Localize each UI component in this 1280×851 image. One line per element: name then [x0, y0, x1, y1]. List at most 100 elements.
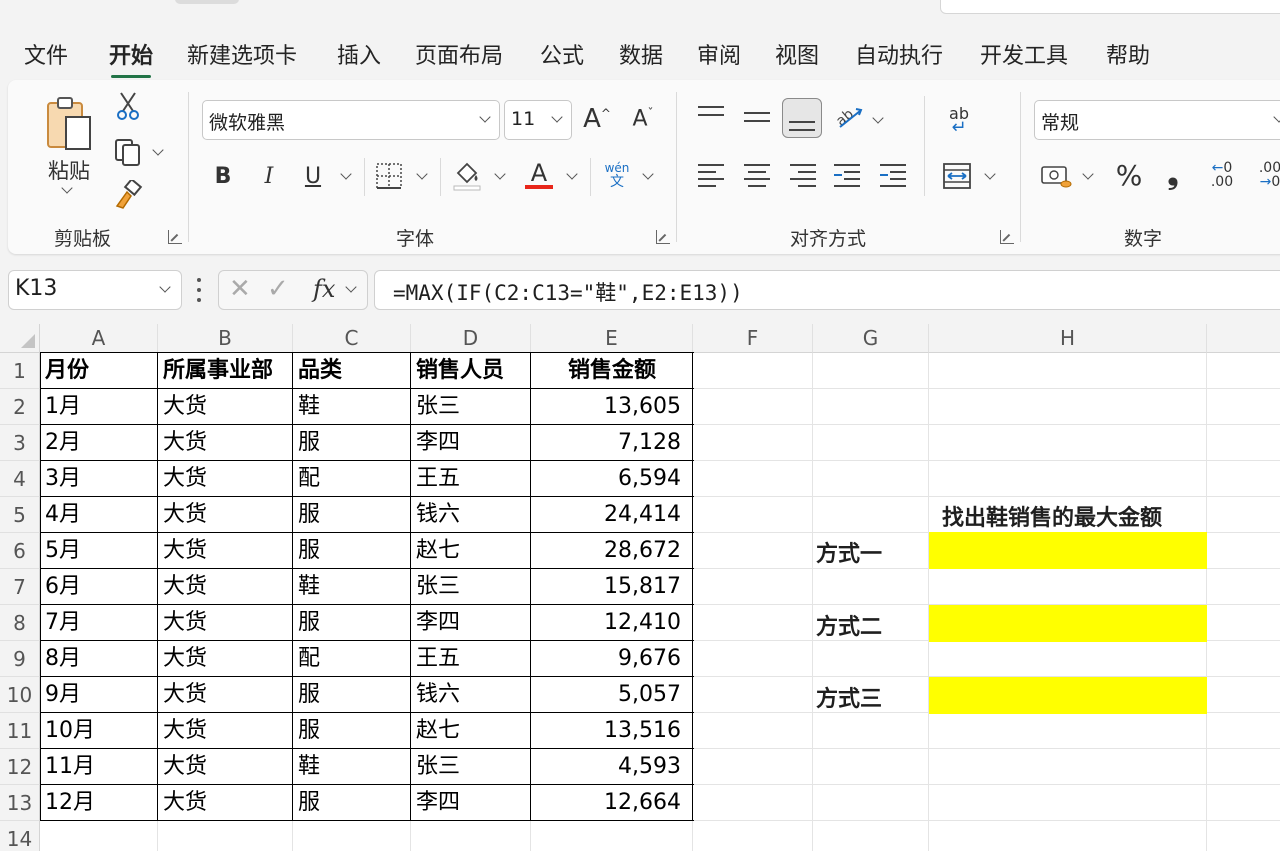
- table-cell[interactable]: 鞋: [293, 569, 411, 605]
- table-cell[interactable]: 张三: [411, 389, 531, 425]
- table-cell[interactable]: 24,414: [531, 497, 693, 533]
- table-cell[interactable]: 服: [293, 497, 411, 533]
- table-cell[interactable]: 8月: [40, 641, 158, 677]
- method-two-result-cell[interactable]: [929, 605, 1207, 642]
- row-header-1[interactable]: 1: [0, 353, 40, 389]
- table-cell[interactable]: 王五: [411, 641, 531, 677]
- table-cell[interactable]: 鞋: [293, 749, 411, 785]
- alignment-dialog-launcher-icon[interactable]: [1000, 230, 1014, 244]
- align-center-button[interactable]: [744, 164, 770, 188]
- table-cell[interactable]: 钱六: [411, 677, 531, 713]
- cut-button[interactable]: [113, 90, 143, 122]
- tab-automate[interactable]: 自动执行: [855, 38, 943, 70]
- row-header-3[interactable]: 3: [0, 425, 40, 461]
- table-cell[interactable]: 13,516: [531, 713, 693, 749]
- row-header-2[interactable]: 2: [0, 389, 40, 425]
- increase-decimal-button[interactable]: ←0 .00: [1204, 158, 1240, 192]
- table-header-cell[interactable]: 品类: [293, 353, 411, 389]
- window-tab-pill[interactable]: [175, 0, 239, 4]
- table-cell[interactable]: 大货: [158, 569, 293, 605]
- fill-color-button[interactable]: [450, 158, 484, 192]
- table-cell[interactable]: 服: [293, 425, 411, 461]
- table-header-cell[interactable]: 所属事业部: [158, 353, 293, 389]
- table-cell[interactable]: 7月: [40, 605, 158, 641]
- font-color-dropdown-chevron-icon[interactable]: [566, 168, 578, 180]
- table-cell[interactable]: 12,664: [531, 785, 693, 821]
- phonetic-guide-button[interactable]: wén 文: [600, 158, 634, 192]
- column-header-d[interactable]: D: [411, 324, 531, 353]
- tab-review[interactable]: 审阅: [697, 38, 741, 70]
- top-align-button[interactable]: [698, 104, 724, 126]
- borders-dropdown-chevron-icon[interactable]: [416, 168, 428, 180]
- percent-style-button[interactable]: %: [1112, 158, 1146, 192]
- table-header-cell[interactable]: 销售人员: [411, 353, 531, 389]
- column-header-g[interactable]: G: [813, 324, 929, 353]
- table-cell[interactable]: 11月: [40, 749, 158, 785]
- tab-help[interactable]: 帮助: [1106, 38, 1150, 70]
- more-options-icon[interactable]: [196, 278, 202, 302]
- row-header-8[interactable]: 8: [0, 605, 40, 641]
- spreadsheet-grid[interactable]: A B C D E F G H 1 2 3 4 5 6 7 8 9 10 11 12 13 14 月份 所属…: [0, 324, 1280, 851]
- table-cell[interactable]: 4月: [40, 497, 158, 533]
- tab-developer[interactable]: 开发工具: [980, 38, 1068, 70]
- table-cell[interactable]: 张三: [411, 569, 531, 605]
- accounting-format-button[interactable]: [1038, 160, 1074, 192]
- table-cell[interactable]: 服: [293, 677, 411, 713]
- table-cell[interactable]: 10月: [40, 713, 158, 749]
- format-painter-button[interactable]: [110, 178, 146, 212]
- table-cell[interactable]: 服: [293, 713, 411, 749]
- row-header-5[interactable]: 5: [0, 497, 40, 533]
- table-cell[interactable]: 9月: [40, 677, 158, 713]
- font-name-select[interactable]: 微软雅黑: [202, 100, 500, 140]
- insert-function-icon[interactable]: fx: [313, 275, 335, 303]
- select-all-corner[interactable]: [0, 324, 40, 353]
- table-cell[interactable]: 15,817: [531, 569, 693, 605]
- table-cell[interactable]: 大货: [158, 677, 293, 713]
- table-cell[interactable]: 钱六: [411, 497, 531, 533]
- font-size-select[interactable]: 11: [504, 100, 572, 140]
- column-header-f[interactable]: F: [693, 324, 813, 353]
- table-cell[interactable]: 12月: [40, 785, 158, 821]
- search-box[interactable]: [940, 0, 1280, 14]
- copy-dropdown-chevron-icon[interactable]: [152, 144, 164, 156]
- table-cell[interactable]: 大货: [158, 785, 293, 821]
- font-color-button[interactable]: A: [522, 156, 556, 192]
- bold-button[interactable]: B: [208, 160, 238, 192]
- table-cell[interactable]: 大货: [158, 533, 293, 569]
- table-header-cell[interactable]: 销售金额: [531, 353, 693, 389]
- table-cell[interactable]: 9,676: [531, 641, 693, 677]
- number-format-select[interactable]: 常规: [1034, 100, 1280, 140]
- row-header-6[interactable]: 6: [0, 533, 40, 569]
- borders-button[interactable]: [372, 160, 406, 192]
- comma-style-button[interactable]: ❟: [1158, 158, 1188, 192]
- decrease-decimal-button[interactable]: .00 →0: [1252, 158, 1280, 192]
- table-cell[interactable]: 李四: [411, 425, 531, 461]
- wrap-text-button[interactable]: ab ↵: [942, 104, 976, 138]
- table-cell[interactable]: 1月: [40, 389, 158, 425]
- tab-page-layout[interactable]: 页面布局: [415, 38, 503, 70]
- fill-color-dropdown-chevron-icon[interactable]: [494, 168, 506, 180]
- clipboard-dialog-launcher-icon[interactable]: [168, 230, 182, 244]
- tab-file[interactable]: 文件: [24, 38, 68, 70]
- table-cell[interactable]: 赵七: [411, 533, 531, 569]
- copy-button[interactable]: [110, 136, 146, 168]
- table-cell[interactable]: 服: [293, 605, 411, 641]
- column-header-c[interactable]: C: [293, 324, 411, 353]
- tab-data[interactable]: 数据: [619, 38, 663, 70]
- decrease-font-size-button[interactable]: Aˇ: [626, 102, 660, 136]
- column-header-i[interactable]: [1207, 324, 1280, 353]
- table-cell[interactable]: 大货: [158, 461, 293, 497]
- row-header-11[interactable]: 11: [0, 713, 40, 749]
- table-cell[interactable]: 王五: [411, 461, 531, 497]
- tab-insert[interactable]: 插入: [337, 38, 381, 70]
- table-cell[interactable]: 6月: [40, 569, 158, 605]
- accounting-dropdown-chevron-icon[interactable]: [1082, 168, 1094, 180]
- table-cell[interactable]: 配: [293, 461, 411, 497]
- increase-indent-button[interactable]: [880, 164, 906, 188]
- table-cell[interactable]: 4,593: [531, 749, 693, 785]
- table-cell[interactable]: 5,057: [531, 677, 693, 713]
- table-cell[interactable]: 12,410: [531, 605, 693, 641]
- column-header-h[interactable]: H: [929, 324, 1207, 353]
- increase-font-size-button[interactable]: A^: [580, 102, 614, 136]
- table-cell[interactable]: 服: [293, 533, 411, 569]
